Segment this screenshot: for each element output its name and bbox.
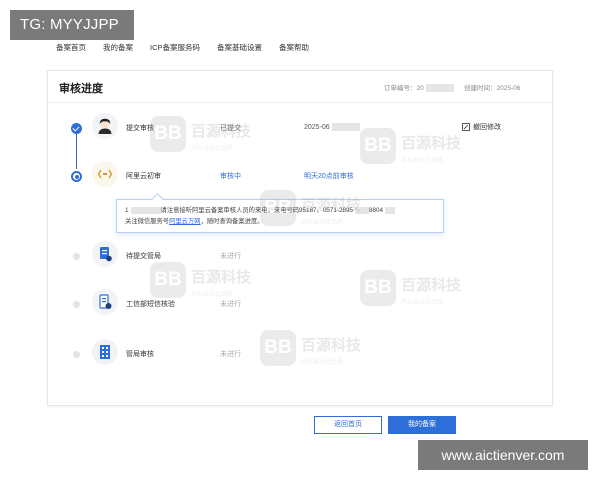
building-icon (92, 339, 118, 365)
site-url-overlay: www.aictienver.com (418, 440, 588, 470)
step-name: 工信部短信核验 (126, 301, 175, 308)
step-active-icon (71, 171, 82, 182)
redacted-block (130, 206, 161, 214)
nav-item-home[interactable]: 备案首页 (56, 42, 86, 53)
top-nav: 备案首页 我的备案 ICP备案服务码 备案基础设置 备案帮助 (56, 42, 309, 53)
step-pending-dot (73, 301, 80, 308)
wechat-service-link[interactable]: 阿里云万网 (169, 218, 200, 225)
created-time: 创建时间：2025-06 (464, 85, 521, 92)
step-name: 管局审核 (126, 351, 154, 358)
step-submit-date: 2025-06 (304, 123, 360, 131)
step-name: 阿里云初审 (126, 173, 161, 180)
call-notice-tooltip: 1 请注意接听阿里云备案审核人员的来电，来电号码95187、0571-2895 88… (116, 199, 444, 233)
redacted-block (384, 206, 395, 214)
page-title: 审核进度 (59, 83, 103, 95)
step-status: 未进行 (220, 351, 241, 358)
tip-line-2: 关注微信服务号阿里云万网，随时查询备案进度。 (125, 218, 264, 225)
step-status: 未进行 (220, 301, 241, 308)
step-done-check-icon (71, 123, 82, 134)
nav-item-basic-settings[interactable]: 备案基础设置 (217, 42, 262, 53)
step-status: 未进行 (220, 253, 241, 260)
avatar-icon (92, 113, 118, 139)
redacted-block (354, 206, 369, 214)
panel-header: 审核进度 订单编号：20 创建时间：2025-06 (48, 71, 552, 103)
audit-icon (92, 161, 118, 187)
step-aliyun-review: 阿里云初审 审核中 明天20点前审核 (48, 161, 552, 191)
my-filings-button[interactable]: 我的备案 (388, 416, 456, 434)
nav-item-icp-service-code[interactable]: ICP备案服务码 (150, 42, 200, 53)
tip-line-1: 1 请注意接听阿里云备案审核人员的来电，来电号码95187、0571-2895 88… (125, 205, 435, 216)
revoke-edit-label: 撤回修改 (473, 124, 501, 131)
back-home-button[interactable]: 返回首页 (314, 416, 382, 434)
step-pending-dot (73, 351, 80, 358)
step-sms-verify: 工信部短信核验 未进行 (48, 289, 552, 319)
step-bureau-review: 管局审核 未进行 (48, 339, 552, 369)
sms-verify-icon (92, 289, 118, 315)
revoke-edit-button[interactable]: 撤回修改 (462, 122, 501, 132)
telegram-overlay-tag: TG: MYYJJPP (10, 10, 134, 40)
document-icon (92, 241, 118, 267)
progress-panel: 审核进度 订单编号：20 创建时间：2025-06 提交审核 已提交 2025-… (47, 70, 553, 406)
edit-icon (462, 123, 470, 131)
step-pending-submit-bureau: 待提交管局 未进行 (48, 241, 552, 271)
nav-item-my-filings[interactable]: 我的备案 (103, 42, 133, 53)
order-number: 订单编号：20 (384, 82, 454, 93)
nav-item-help[interactable]: 备案帮助 (279, 42, 309, 53)
redacted-block (425, 84, 454, 93)
step-pending-dot (73, 253, 80, 260)
step-review-deadline: 明天20点前审核 (304, 173, 354, 180)
redacted-block (331, 123, 360, 131)
step-name: 待提交管局 (126, 253, 161, 260)
step-status: 审核中 (220, 173, 241, 180)
step-submit-review: 提交审核 已提交 2025-06 撤回修改 (48, 113, 552, 143)
step-name: 提交审核 (126, 125, 154, 132)
step-status: 已提交 (220, 125, 241, 132)
